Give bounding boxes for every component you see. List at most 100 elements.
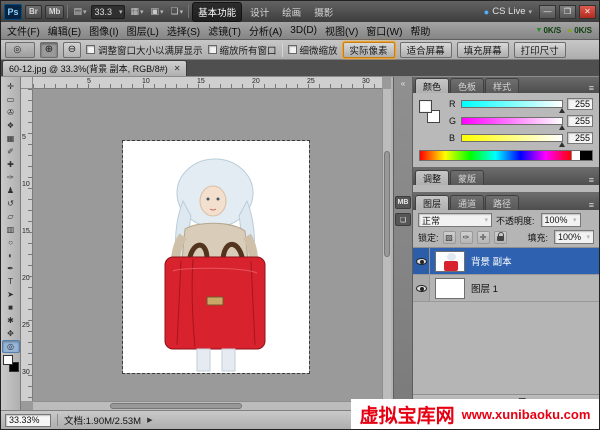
blue-value-field[interactable]: 255 bbox=[567, 132, 593, 144]
bridge-button[interactable]: Br bbox=[25, 5, 42, 19]
brush-tool[interactable]: ✑ bbox=[2, 171, 20, 184]
layer-name[interactable]: 图层 1 bbox=[471, 281, 498, 295]
white-ramp-end[interactable] bbox=[571, 151, 580, 160]
blend-mode-select[interactable]: 正常▾ bbox=[418, 213, 492, 227]
panel-menu-icon[interactable]: ≡ bbox=[586, 83, 597, 93]
red-value-field[interactable]: 255 bbox=[567, 98, 593, 110]
dodge-tool[interactable]: ◐ bbox=[2, 249, 20, 262]
scrubby-zoom-checkbox[interactable]: 细微缩放 bbox=[288, 43, 338, 57]
pen-tool[interactable]: ✒ bbox=[2, 262, 20, 275]
tab-layers[interactable]: 图层 bbox=[415, 195, 449, 210]
menu-edit[interactable]: 编辑(E) bbox=[44, 23, 85, 38]
mini-bridge-panel-icon[interactable]: MB bbox=[395, 196, 411, 209]
menu-file[interactable]: 文件(F) bbox=[3, 23, 44, 38]
eye-icon[interactable] bbox=[416, 285, 427, 292]
minimize-button[interactable]: — bbox=[539, 5, 556, 19]
vertical-scroll-thumb[interactable] bbox=[384, 151, 390, 257]
ruler-origin[interactable] bbox=[21, 77, 33, 89]
eraser-tool[interactable]: ▱ bbox=[2, 210, 20, 223]
lock-transparency-icon[interactable]: ▨ bbox=[443, 231, 456, 244]
print-size-button[interactable]: 打印尺寸 bbox=[514, 42, 566, 58]
view-extras-icon[interactable]: ▦▾ bbox=[128, 4, 145, 19]
fill-screen-button[interactable]: 填充屏幕 bbox=[457, 42, 509, 58]
lock-all-icon[interactable] bbox=[494, 231, 507, 244]
layer-thumbnail[interactable] bbox=[435, 251, 465, 272]
foreground-color-swatch[interactable] bbox=[3, 355, 13, 365]
tab-swatches[interactable]: 色板 bbox=[450, 78, 484, 93]
gradient-tool[interactable]: ▥ bbox=[2, 223, 20, 236]
eye-icon[interactable] bbox=[416, 258, 427, 265]
quick-selection-tool[interactable]: ❖ bbox=[2, 119, 20, 132]
black-ramp-end[interactable] bbox=[580, 151, 592, 160]
history-brush-tool[interactable]: ↺ bbox=[2, 197, 20, 210]
zoom-all-windows-checkbox[interactable]: 缩放所有窗口 bbox=[208, 43, 277, 57]
minibridge-button[interactable]: Mb bbox=[45, 5, 65, 19]
workspace-design-button[interactable]: 设计 bbox=[245, 3, 274, 21]
green-slider-thumb[interactable] bbox=[559, 125, 565, 130]
move-tool[interactable]: ✛ bbox=[2, 80, 20, 93]
hand-tool[interactable]: ✥ bbox=[2, 327, 20, 340]
tab-paths[interactable]: 路径 bbox=[485, 195, 519, 210]
restore-button[interactable]: ❐ bbox=[559, 5, 576, 19]
panel-menu-icon[interactable]: ≡ bbox=[586, 200, 597, 210]
workspace-photography-button[interactable]: 摄影 bbox=[309, 3, 338, 21]
menu-analysis[interactable]: 分析(A) bbox=[245, 23, 286, 38]
status-zoom-field[interactable]: 33.33% bbox=[5, 414, 51, 427]
panel-color-swatches[interactable] bbox=[419, 98, 443, 134]
zoom-in-button[interactable]: ⊕ bbox=[40, 42, 58, 58]
visibility-cell[interactable] bbox=[413, 248, 430, 274]
workspace-basic-button[interactable]: 基本功能 bbox=[192, 2, 242, 22]
document-viewport[interactable] bbox=[33, 89, 382, 401]
visibility-cell[interactable] bbox=[413, 275, 430, 301]
screen-mode-icon[interactable]: ❏▾ bbox=[169, 4, 186, 19]
lock-position-icon[interactable]: ✛ bbox=[477, 231, 490, 244]
green-value-field[interactable]: 255 bbox=[567, 115, 593, 127]
actual-pixels-button[interactable]: 实际像素 bbox=[343, 42, 395, 58]
layer-thumbnail[interactable] bbox=[435, 278, 465, 299]
zoom-tool[interactable]: ◎ bbox=[2, 340, 20, 353]
menu-select[interactable]: 选择(S) bbox=[163, 23, 204, 38]
lasso-tool[interactable]: ✇ bbox=[2, 106, 20, 119]
panel-menu-icon[interactable]: ≡ bbox=[586, 175, 597, 185]
layer-row-background-copy[interactable]: 背景 副本 bbox=[413, 248, 599, 275]
resize-windows-checkbox[interactable]: 调整窗口大小以满屏显示 bbox=[86, 43, 203, 57]
lock-pixels-icon[interactable]: ✑ bbox=[460, 231, 473, 244]
menu-filter[interactable]: 滤镜(T) bbox=[204, 23, 245, 38]
menu-view[interactable]: 视图(V) bbox=[321, 23, 362, 38]
clone-stamp-tool[interactable]: ♟ bbox=[2, 184, 20, 197]
tab-adjustments[interactable]: 调整 bbox=[415, 170, 449, 185]
status-flyout-icon[interactable]: ▶ bbox=[147, 416, 152, 424]
workspace-painting-button[interactable]: 绘画 bbox=[277, 3, 306, 21]
color-swatches[interactable] bbox=[2, 355, 20, 372]
collapse-dock-icon[interactable]: « bbox=[401, 79, 405, 88]
menu-layer[interactable]: 图层(L) bbox=[123, 23, 163, 38]
path-selection-tool[interactable]: ➤ bbox=[2, 288, 20, 301]
crop-tool[interactable]: ▦ bbox=[2, 132, 20, 145]
document-image[interactable] bbox=[123, 141, 309, 373]
quick-mask-button[interactable] bbox=[2, 372, 20, 385]
type-tool[interactable]: T bbox=[2, 275, 20, 288]
menu-help[interactable]: 帮助 bbox=[406, 23, 434, 38]
layer-name[interactable]: 背景 副本 bbox=[471, 254, 512, 268]
tab-styles[interactable]: 样式 bbox=[485, 78, 519, 93]
zoom-tool-preset[interactable]: ◎ ▾ bbox=[5, 42, 35, 58]
opacity-field[interactable]: 100%▾ bbox=[541, 213, 581, 227]
close-button[interactable]: ✕ bbox=[579, 5, 596, 19]
blue-slider-thumb[interactable] bbox=[559, 142, 565, 147]
vertical-scrollbar[interactable] bbox=[382, 89, 391, 401]
collapsed-panel-icon[interactable]: ❏ bbox=[395, 213, 411, 226]
tab-color[interactable]: 颜色 bbox=[415, 78, 449, 93]
zoom-out-button[interactable]: ⊖ bbox=[63, 42, 81, 58]
tab-close-icon[interactable]: ✕ bbox=[174, 64, 181, 73]
panel-foreground-swatch[interactable] bbox=[419, 100, 432, 113]
zoom-level-field[interactable]: 33.3▾ bbox=[91, 5, 125, 19]
green-slider[interactable] bbox=[461, 117, 563, 125]
horizontal-scrollbar[interactable] bbox=[33, 401, 382, 410]
color-spectrum-ramp[interactable] bbox=[419, 150, 593, 161]
blue-slider[interactable] bbox=[461, 134, 563, 142]
tab-masks[interactable]: 蒙版 bbox=[450, 170, 484, 185]
arrange-documents-icon[interactable]: ▣▾ bbox=[149, 4, 166, 19]
red-slider[interactable] bbox=[461, 100, 563, 108]
document-tab[interactable]: 60-12.jpg @ 33.3%(背景 副本, RGB/8#) ✕ bbox=[2, 60, 187, 76]
red-slider-thumb[interactable] bbox=[559, 108, 565, 113]
